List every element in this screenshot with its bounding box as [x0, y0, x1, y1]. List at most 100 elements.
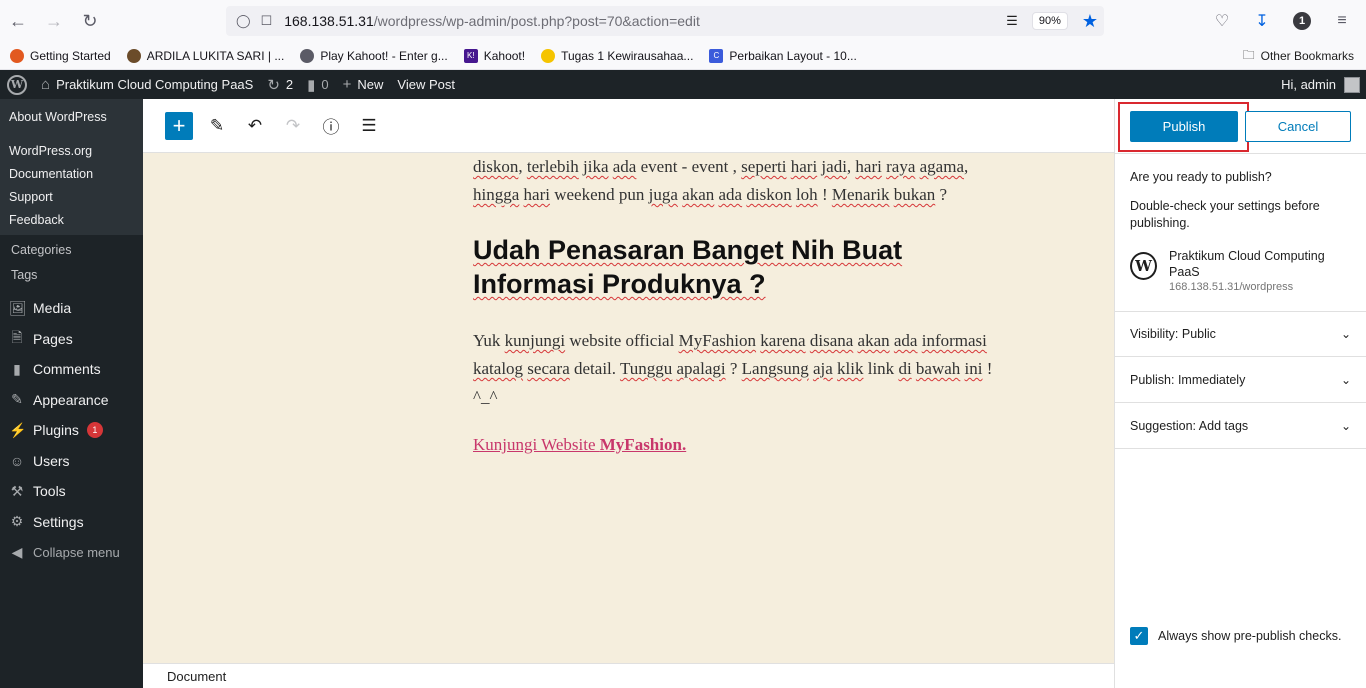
myfashion-link[interactable]: Kunjungi Website MyFashion.: [473, 435, 686, 454]
sidebar-item-plugins[interactable]: ⚡ Plugins 1: [0, 415, 143, 446]
undo-icon[interactable]: ↶: [241, 112, 269, 140]
reader-view-icon[interactable]: ☰: [1006, 13, 1018, 29]
wp-link[interactable]: WordPress.org: [0, 139, 143, 162]
editor-footer-breadcrumb: Document: [143, 663, 1114, 688]
site-name-link[interactable]: ⌂ Praktikum Cloud Computing PaaS: [34, 70, 260, 99]
text-run: seperti: [741, 157, 787, 176]
shield-icon[interactable]: ◯: [236, 13, 251, 29]
text-run: ada: [718, 185, 743, 204]
paragraph-2[interactable]: Yuk kunjungi website official MyFashion …: [473, 327, 1018, 411]
text-run: aja: [812, 359, 833, 378]
comments-link[interactable]: ▮ 0: [300, 70, 336, 99]
text-run: ,: [963, 157, 969, 176]
text-run: ini: [964, 359, 983, 378]
wp-logo-menu[interactable]: W: [0, 70, 34, 99]
panel-section-toggle[interactable]: Publish: Immediately ⌄: [1115, 357, 1366, 403]
wp-link[interactable]: Support: [0, 185, 143, 208]
posts-submenu-item[interactable]: Categories: [0, 237, 143, 262]
document-breadcrumb[interactable]: Document: [167, 669, 226, 684]
text-run: bukan: [893, 185, 936, 204]
other-bookmarks[interactable]: 🗀 Other Bookmarks: [1243, 42, 1354, 70]
panel-section-toggle[interactable]: Suggestion: Add tags ⌄: [1115, 403, 1366, 449]
bookmark-item[interactable]: Tugas 1 Kewirausahaa...: [541, 48, 694, 63]
bookmark-item[interactable]: Play Kahoot! - Enter g...: [300, 48, 448, 63]
text-run: jika: [583, 157, 609, 176]
post-content[interactable]: diskon, terlebih jika ada event - event …: [473, 153, 1018, 459]
collapse-menu-button[interactable]: ◀ Collapse menu: [0, 537, 143, 568]
address-bar[interactable]: ◯ ☐ 168.138.51.31/wordpress/wp-admin/pos…: [226, 6, 1104, 36]
text-run: Menarik: [831, 185, 890, 204]
posts-submenu-item[interactable]: Tags: [0, 262, 143, 287]
bookmark-item[interactable]: Getting Started: [10, 48, 111, 63]
text-run: hari: [523, 185, 550, 204]
panel-section-label: Visibility: Public: [1130, 327, 1216, 341]
sidebar-item-settings[interactable]: ⚙ Settings: [0, 507, 143, 538]
reload-icon[interactable]: ↻: [72, 0, 108, 42]
text-run: diskon: [473, 157, 519, 176]
ready-description: Double-check your settings before publis…: [1130, 199, 1320, 230]
paragraph-1[interactable]: diskon, terlebih jika ada event - event …: [473, 153, 1018, 209]
text-run: hingga: [473, 185, 520, 204]
text-run: terlebih: [526, 157, 579, 176]
about-wordpress-link[interactable]: About WordPress: [0, 105, 143, 128]
view-post-link[interactable]: View Post: [390, 70, 462, 99]
panel-section-toggle[interactable]: Visibility: Public ⌄: [1115, 311, 1366, 357]
bookmark-favicon-icon: [126, 48, 141, 63]
text-run: apalagi: [676, 359, 726, 378]
sidebar-item-comments[interactable]: ▮ Comments: [0, 354, 143, 385]
site-name: Praktikum Cloud Computing PaaS: [1169, 249, 1325, 279]
zoom-level[interactable]: 90%: [1031, 12, 1068, 30]
list-view-icon[interactable]: ☰: [355, 112, 383, 140]
new-content-link[interactable]: + New: [336, 70, 391, 99]
text-run: hari: [855, 157, 882, 176]
text-run: klik: [837, 359, 864, 378]
details-info-icon[interactable]: ⓘ: [317, 112, 345, 140]
cancel-button[interactable]: Cancel: [1245, 111, 1351, 142]
editor-canvas[interactable]: diskon, terlebih jika ada event - event …: [143, 153, 1114, 663]
text-run: Tunggu: [619, 359, 673, 378]
always-show-checks[interactable]: ✓ Always show pre-publish checks.: [1130, 627, 1341, 645]
text-run: Yuk: [473, 331, 505, 350]
bookmark-item[interactable]: ARDILA LUKITA SARI | ...: [126, 48, 284, 63]
sidebar-item-users[interactable]: ☺ Users: [0, 446, 143, 477]
checkbox-checked-icon[interactable]: ✓: [1130, 627, 1148, 645]
paragraph-link[interactable]: Kunjungi Website MyFashion.: [473, 431, 1018, 459]
pages-icon: 🗎: [11, 328, 23, 345]
collapse-icon: ◀: [11, 543, 23, 560]
heading-block[interactable]: Udah Penasaran Banget Nih Buat Informasi…: [473, 233, 1018, 301]
menu-icon[interactable]: ≡: [1324, 3, 1360, 39]
pocket-icon[interactable]: ♡: [1204, 3, 1240, 39]
add-block-button[interactable]: +: [165, 111, 193, 140]
back-icon[interactable]: ←: [0, 0, 36, 42]
text-run: ada: [612, 157, 637, 176]
sidebar-item-tools[interactable]: ⚒ Tools: [0, 476, 143, 507]
forward-icon[interactable]: →: [36, 0, 72, 42]
publish-button[interactable]: Publish: [1130, 111, 1238, 142]
account-icon[interactable]: 1: [1284, 3, 1320, 39]
bookmark-star-icon[interactable]: ★: [1082, 11, 1098, 32]
text-run: hari: [790, 157, 818, 176]
bookmark-label: Tugas 1 Kewirausahaa...: [561, 48, 694, 63]
avatar: [1344, 76, 1360, 93]
ready-to-publish: Are you ready to publish? Double-check y…: [1115, 154, 1366, 232]
url-text[interactable]: 168.138.51.31/wordpress/wp-admin/post.ph…: [284, 13, 700, 29]
downloads-icon[interactable]: ↧: [1244, 3, 1280, 39]
text-run: secara: [527, 359, 570, 378]
wp-link[interactable]: Documentation: [0, 162, 143, 185]
updates-link[interactable]: ↻ 2: [260, 70, 300, 99]
tools-pencil-icon[interactable]: ✎: [203, 112, 231, 140]
text-run: detail.: [569, 359, 620, 378]
users-icon: ☺: [9, 452, 25, 469]
wp-link[interactable]: Feedback: [0, 208, 143, 231]
sidebar-item-label: Media: [33, 300, 72, 317]
redo-icon[interactable]: ↷: [279, 112, 307, 140]
bookmark-item[interactable]: K! Kahoot!: [463, 48, 525, 63]
sidebar-item-media[interactable]: 🖼 Media: [0, 293, 143, 324]
text-run: jadi: [821, 157, 847, 176]
sidebar-item-pages[interactable]: 🗎 Pages: [0, 324, 143, 355]
my-account[interactable]: Hi, admin: [1281, 70, 1360, 99]
sidebar-item-appearance[interactable]: ✎ Appearance: [0, 385, 143, 416]
folder-icon: 🗀: [1242, 47, 1255, 62]
insecure-lock-icon[interactable]: ☐: [261, 13, 273, 29]
bookmark-item[interactable]: C Perbaikan Layout - 10...: [709, 48, 857, 63]
